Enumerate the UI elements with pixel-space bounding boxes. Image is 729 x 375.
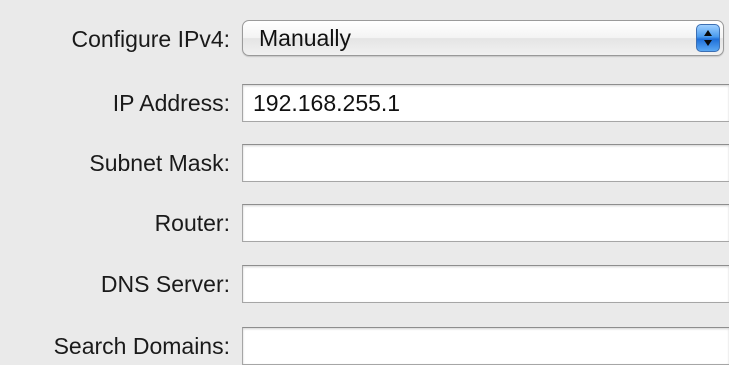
search-domains-label: Search Domains:: [53, 332, 230, 359]
ipv4-settings-panel: Configure IPv4: Manually IP Address: Sub…: [0, 0, 729, 365]
subnet-mask-field[interactable]: [242, 144, 729, 182]
dns-server-label: DNS Server:: [100, 270, 230, 297]
ip-address-field[interactable]: [242, 84, 729, 122]
configure-ipv4-label: Configure IPv4:: [71, 25, 230, 52]
configure-ipv4-value: Manually: [259, 24, 352, 51]
dns-server-field[interactable]: [242, 265, 729, 303]
configure-ipv4-select[interactable]: Manually: [242, 20, 724, 56]
search-domains-field[interactable]: [242, 327, 729, 365]
ip-address-label: IP Address:: [112, 89, 230, 116]
router-field[interactable]: [242, 204, 729, 242]
router-label: Router:: [154, 209, 230, 236]
up-down-arrows-icon[interactable]: [696, 24, 720, 52]
subnet-mask-label: Subnet Mask:: [89, 149, 230, 176]
